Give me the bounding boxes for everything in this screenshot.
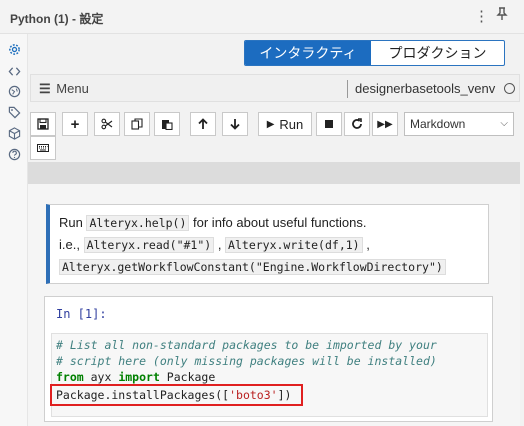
kernel-status-icon	[504, 83, 515, 94]
run-label: Run	[279, 116, 304, 132]
side-icon-rail	[0, 34, 28, 426]
cell-prompt: In [1]:	[56, 307, 107, 321]
vertical-ellipsis-icon[interactable]: ⋮	[474, 7, 489, 25]
pin-icon[interactable]	[496, 7, 508, 24]
md-text: Run	[59, 215, 87, 230]
md-inline-code: Alteryx.help()	[86, 215, 190, 231]
paste-icon	[162, 120, 173, 130]
keyboard-icon	[37, 144, 49, 152]
cell-type-select[interactable]: Markdown ⌵	[404, 112, 514, 136]
move-down-button[interactable]	[222, 112, 248, 136]
scissors-icon	[101, 118, 113, 130]
globe-icon[interactable]	[7, 84, 21, 98]
plus-icon: +	[70, 115, 80, 133]
md-text: i.e.,	[59, 237, 84, 252]
toolbar-separator-band	[28, 162, 520, 184]
save-icon	[37, 118, 49, 130]
markdown-line-1: Run Alteryx.help() for info about useful…	[59, 215, 367, 231]
save-button[interactable]	[30, 112, 56, 136]
markdown-line-2: i.e., Alteryx.read("#1") , Alteryx.write…	[59, 237, 370, 253]
window-title: Python (1) - 設定	[10, 12, 104, 26]
markdown-cell[interactable]: Run Alteryx.help() for info about useful…	[46, 204, 489, 284]
move-up-button[interactable]	[190, 112, 216, 136]
arrow-down-icon	[230, 119, 240, 130]
fast-forward-icon: ▶▶	[377, 118, 393, 130]
code-cell[interactable]: In [1]: # List all non-standard packages…	[44, 296, 493, 422]
notebook-area: Run Alteryx.help() for info about useful…	[28, 184, 520, 426]
code-keyword: from	[56, 370, 84, 384]
code-icon[interactable]	[7, 64, 21, 78]
window-titlebar: Python (1) - 設定 ⋮	[0, 0, 524, 34]
restart-icon	[352, 118, 362, 129]
production-mode-button[interactable]: プロダクション	[371, 41, 504, 65]
md-inline-code: Alteryx.write(df,1)	[225, 237, 363, 253]
md-text: ,	[362, 237, 370, 252]
code-editor[interactable]: # List all non-standard packages to be i…	[50, 333, 488, 417]
kernel-name: designerbasetools_venv	[355, 81, 496, 96]
run-all-button[interactable]: ▶▶	[372, 112, 398, 136]
code-comment-line: # script here (only missing packages wil…	[56, 354, 437, 368]
mode-toggle: インタラクティブ プロダクション	[244, 40, 505, 66]
copy-button[interactable]	[124, 112, 150, 136]
stop-icon	[325, 120, 333, 128]
python-config-panel: インタラクティブ プロダクション ☰ Menu designerbasetool…	[28, 34, 524, 426]
md-text: for info about useful functions.	[189, 215, 367, 230]
menubar-divider	[347, 80, 348, 98]
cube-icon[interactable]	[7, 126, 21, 140]
command-palette-button[interactable]	[30, 136, 56, 160]
cell-type-value: Markdown	[410, 117, 466, 131]
menu-button[interactable]: ☰ Menu	[39, 81, 89, 97]
cut-button[interactable]	[94, 112, 120, 136]
restart-kernel-button[interactable]	[344, 112, 370, 136]
md-text: ,	[214, 237, 226, 252]
code-comment-line: # List all non-standard packages to be i…	[56, 338, 437, 352]
highlight-box	[50, 384, 303, 406]
gear-icon[interactable]	[7, 42, 21, 56]
interactive-mode-button[interactable]: インタラクティブ	[245, 41, 371, 65]
play-icon: ▶	[266, 118, 275, 130]
markdown-line-3: Alteryx.getWorkflowConstant("Engine.Work…	[59, 259, 446, 275]
help-icon[interactable]	[7, 147, 21, 161]
md-inline-code: Alteryx.getWorkflowConstant("Engine.Work…	[59, 259, 446, 275]
hamburger-icon: ☰	[39, 81, 51, 96]
code-import-line: from ayx import Package	[56, 370, 215, 384]
stop-button[interactable]	[316, 112, 342, 136]
insert-cell-button[interactable]: +	[62, 112, 88, 136]
chevron-down-icon: ⌵	[500, 118, 508, 129]
notebook-menubar: ☰ Menu designerbasetools_venv	[30, 74, 520, 102]
code-keyword: import	[118, 370, 160, 384]
md-inline-code: Alteryx.read("#1")	[83, 237, 215, 253]
menu-label: Menu	[56, 81, 89, 96]
run-button[interactable]: ▶ Run	[258, 112, 312, 136]
paste-button[interactable]	[154, 112, 180, 136]
copy-icon	[131, 118, 143, 130]
code-module: ayx	[83, 370, 119, 384]
code-name: Package	[159, 370, 216, 384]
arrow-up-icon	[198, 118, 208, 129]
tag-icon[interactable]	[7, 105, 21, 119]
